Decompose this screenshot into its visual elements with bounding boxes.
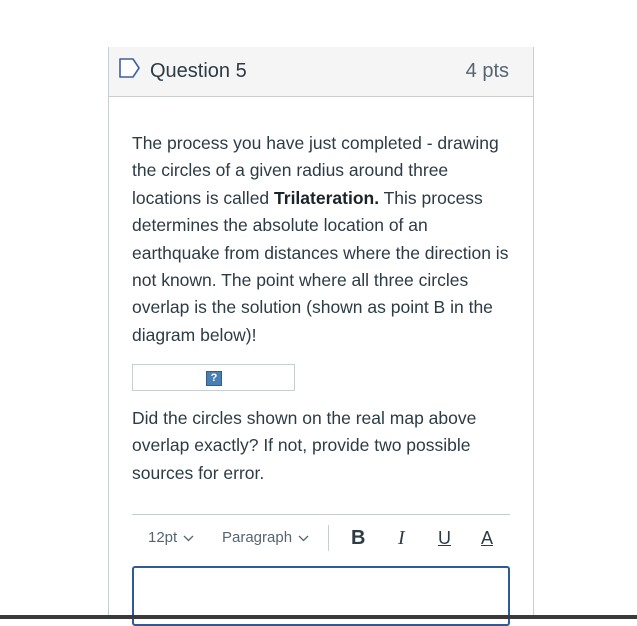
underline-button[interactable]: U: [438, 515, 451, 561]
description-text-end: This process determines the absolute loc…: [132, 187, 509, 345]
question-header: Question 5 4 pts: [109, 47, 533, 97]
question-prompt-text: Did the circles shown on the real map ab…: [132, 408, 477, 483]
question-description: The process you have just completed - dr…: [132, 130, 512, 349]
block-format-dropdown[interactable]: Paragraph: [222, 515, 309, 561]
chevron-down-icon: [298, 515, 309, 561]
question-title: Question 5: [150, 60, 247, 82]
question-prompt: Did the circles shown on the real map ab…: [132, 405, 512, 487]
diagram-image-placeholder: ?: [132, 364, 295, 391]
italic-button[interactable]: I: [398, 515, 405, 561]
chevron-down-icon: [183, 515, 194, 561]
editor-toolbar: 12pt Paragraph B I U A: [132, 515, 510, 561]
font-size-dropdown[interactable]: 12pt: [148, 515, 194, 561]
block-format-value: Paragraph: [222, 529, 293, 546]
bookmark-flag-icon[interactable]: [119, 58, 141, 83]
toolbar-separator: [328, 525, 329, 551]
broken-image-icon: ?: [206, 371, 222, 386]
question-points: 4 pts: [465, 60, 509, 82]
bottom-border: [0, 615, 637, 619]
font-size-value: 12pt: [148, 529, 178, 546]
bold-button[interactable]: B: [351, 515, 365, 561]
text-color-button[interactable]: A: [481, 515, 493, 561]
trilateration-term: Trilateration.: [274, 187, 380, 208]
